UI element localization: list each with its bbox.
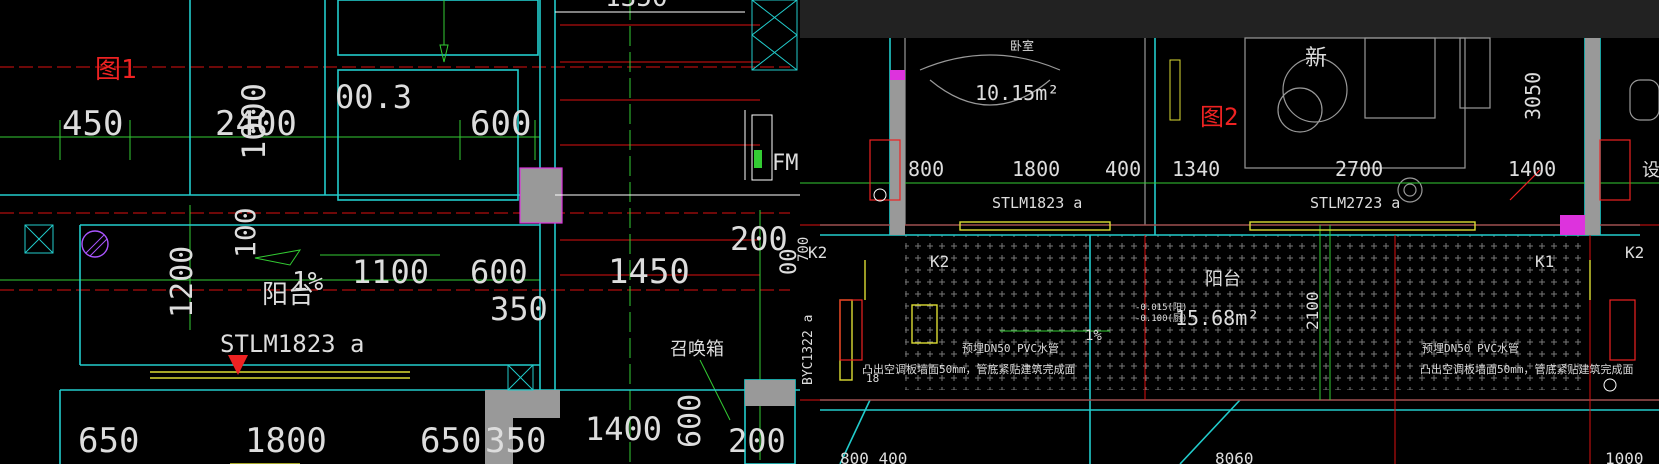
dim-text: 1100	[352, 253, 429, 291]
k-label: K2	[930, 252, 949, 271]
balcony-area: 15.68m²	[1175, 306, 1259, 330]
note-text: 预埋DN50 PVC水管	[1422, 341, 1519, 355]
note-text: 预埋DN50 PVC水管	[962, 341, 1059, 355]
dim-text: 1200	[165, 246, 200, 318]
equipment-label: FM	[772, 151, 799, 176]
slope-text: 1%	[1085, 328, 1102, 344]
dim-text: 650	[78, 421, 139, 461]
k-label: K2	[1625, 243, 1644, 262]
dim-text: 2100	[1303, 291, 1322, 330]
dim-text: 650	[420, 421, 481, 461]
dim-text: 1000	[1605, 449, 1644, 464]
small-text: 18	[866, 372, 879, 385]
room-name-text: 新	[1305, 46, 1327, 71]
note-text: 凸出空调板墙面50mm，管底紧贴建筑完成面	[862, 362, 1076, 376]
dim-text: 3050	[1521, 72, 1545, 120]
top-bar	[800, 0, 1659, 38]
dim-text: 800	[908, 157, 944, 181]
door-code-text: STLM1823 a	[220, 330, 365, 358]
door-code-text: STLM1823 a	[992, 194, 1082, 212]
dim-text: 1400	[585, 410, 662, 448]
dim-text: 1800	[245, 421, 327, 461]
balcony-label: 阳台	[1205, 269, 1241, 290]
equipment-box	[751, 114, 773, 181]
room-area-text: 10.15m²	[975, 81, 1059, 105]
dim-text: 800 400	[840, 449, 907, 464]
note-text: 凸出空调板墙面50mm，管底紧贴建筑完成面	[1420, 362, 1634, 376]
right-panel-drawing	[800, 0, 1659, 464]
device-note: 召唤箱	[670, 339, 724, 360]
k-label: K1	[1535, 252, 1554, 271]
dim-text: 400	[1105, 157, 1141, 181]
dim-text: 2700	[1335, 157, 1383, 181]
dim-text: 00.3	[335, 78, 412, 116]
dim-text: 350	[490, 290, 548, 328]
dim-text: 600	[470, 253, 528, 291]
room-name-text: 卧室	[1010, 38, 1034, 53]
dim-text: 1340	[1172, 157, 1220, 181]
window-code: BYC1322 a	[801, 315, 816, 385]
elevation-text: -0.100(厨)	[1135, 313, 1187, 324]
dim-text: 600	[470, 104, 531, 144]
dim-text: 450	[62, 104, 123, 144]
dim-text: 1350	[605, 0, 668, 13]
room-label: 阳台	[262, 280, 314, 310]
figure-2-label: 图2	[1200, 103, 1238, 131]
elevation-text: -0.015(阳)	[1135, 302, 1187, 313]
dim-text: 1000	[235, 83, 273, 160]
cut-text: 设	[1642, 160, 1659, 181]
dim-text: 1400	[1508, 157, 1556, 181]
dim-text: 200	[728, 422, 786, 460]
dim-text: 600	[673, 394, 708, 448]
figure-1-label: 图1	[95, 55, 137, 85]
dim-text: 1450	[608, 252, 690, 292]
dim-text: 1800	[1012, 157, 1060, 181]
cad-comparison-canvas: 图1 450 2400 1000 00.3 600 100 1100 600 1…	[0, 0, 1659, 464]
dim-text: 700	[796, 237, 812, 262]
dim-text: 8060	[1215, 449, 1254, 464]
dim-text: 350	[485, 421, 546, 461]
dim-text: 100	[229, 207, 262, 258]
door-code-text: STLM2723 a	[1310, 194, 1400, 212]
